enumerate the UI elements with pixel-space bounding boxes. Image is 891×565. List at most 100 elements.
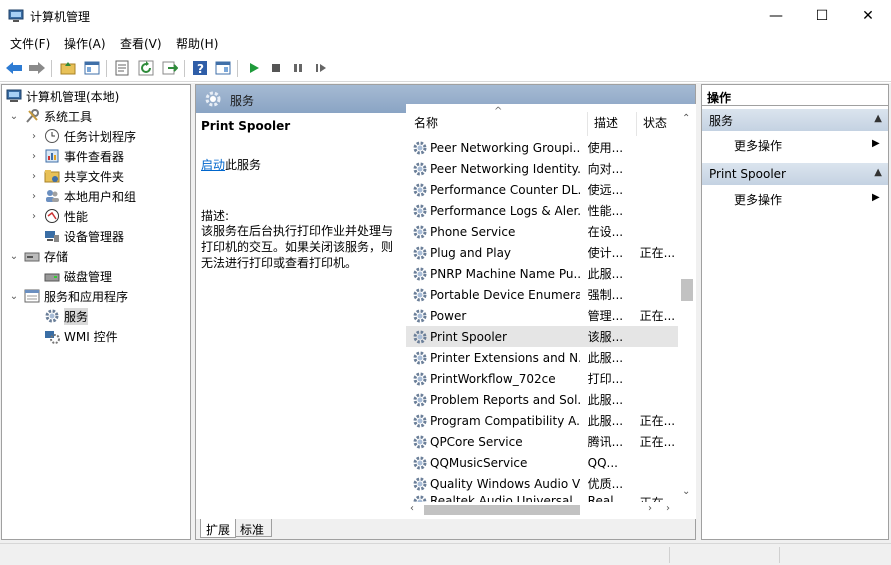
tree-item-task-scheduler[interactable]: › 任务计划程序: [28, 126, 136, 146]
forward-button[interactable]: [27, 58, 47, 78]
users-icon: [44, 188, 60, 204]
back-button[interactable]: [4, 58, 24, 78]
restart-icon: [316, 64, 326, 72]
pause-service-button[interactable]: [288, 58, 308, 78]
column-divider[interactable]: [636, 112, 637, 136]
help-icon: ?: [193, 61, 207, 76]
export-list-button[interactable]: [160, 58, 180, 78]
tree-item-label: 服务和应用程序: [44, 289, 129, 304]
menu-help[interactable]: 帮助(H): [176, 35, 218, 52]
horizontal-scrollbar[interactable]: ‹ › ›: [406, 502, 679, 518]
start-service-link[interactable]: 启动: [201, 158, 225, 172]
minimize-button[interactable]: —: [753, 0, 799, 32]
collapse-up-icon[interactable]: ▲: [874, 113, 882, 124]
expand-chevron-icon[interactable]: ⌄: [8, 111, 20, 122]
tree-item-storage[interactable]: ⌄ 存储: [8, 246, 68, 266]
properties-button[interactable]: [112, 58, 132, 78]
chevron-right-icon[interactable]: ›: [28, 131, 40, 142]
chevron-right-icon[interactable]: ›: [28, 191, 40, 202]
restart-service-button[interactable]: [311, 58, 331, 78]
tree-item-local-users[interactable]: › 本地用户和组: [28, 186, 136, 206]
tree-item-services[interactable]: 服务: [44, 306, 89, 326]
menu-action[interactable]: 操作(A): [64, 35, 106, 52]
action-label: 更多操作: [734, 139, 783, 153]
column-header-status[interactable]: 状态: [643, 114, 667, 136]
start-service-button[interactable]: [244, 58, 264, 78]
service-row[interactable]: Problem Reports and Sol... 此服...: [406, 389, 678, 410]
service-row[interactable]: Plug and Play 使计... 正在...: [406, 242, 678, 263]
expand-chevron-icon[interactable]: ⌄: [8, 251, 20, 262]
column-divider[interactable]: [587, 112, 588, 136]
column-header-desc[interactable]: 描述: [594, 114, 618, 136]
service-row[interactable]: Program Compatibility A... 此服... 正在...: [406, 410, 678, 431]
more-actions-1[interactable]: 更多操作: [734, 137, 782, 154]
tree-item-label: 设备管理器: [64, 229, 125, 244]
tree-item-disk-management[interactable]: 磁盘管理: [44, 266, 112, 286]
show-hide-tree-button[interactable]: [82, 58, 102, 78]
collapse-up-icon[interactable]: ▲: [874, 167, 882, 178]
help-button[interactable]: ?: [190, 58, 210, 78]
service-row[interactable]: PNRP Machine Name Pu... 此服...: [406, 263, 678, 284]
service-row[interactable]: Realtek Audio Universal ... Real... 正在...: [406, 494, 678, 502]
menu-view[interactable]: 查看(V): [120, 35, 162, 52]
tree-item-label: 本地用户和组: [64, 189, 137, 204]
service-row[interactable]: Peer Networking Identity... 向对...: [406, 158, 678, 179]
scroll-left-icon[interactable]: ‹: [410, 503, 414, 514]
maximize-button[interactable]: ☐: [799, 0, 845, 32]
action-label: 更多操作: [734, 193, 783, 207]
scroll-right-icon[interactable]: ›: [648, 503, 652, 514]
vertical-scrollbar[interactable]: ⌃ ⌄: [679, 113, 695, 504]
scroll-down-icon[interactable]: ⌄: [682, 486, 690, 497]
service-row[interactable]: Performance Counter DL... 使远...: [406, 179, 678, 200]
gear-icon: [412, 434, 428, 450]
status-bar: [0, 543, 891, 565]
services-apps-icon: [24, 288, 40, 304]
scrollbar-thumb[interactable]: [681, 279, 693, 301]
tree-item-label: 服务: [64, 307, 89, 325]
tree-item-system-tools[interactable]: ⌄ 系统工具: [8, 106, 92, 126]
service-row[interactable]: Quality Windows Audio V... 优质...: [406, 473, 678, 494]
service-description: 使远...: [587, 183, 624, 197]
expand-chevron-icon[interactable]: ⌄: [8, 291, 20, 302]
service-row[interactable]: Performance Logs & Aler... 性能...: [406, 200, 678, 221]
service-row[interactable]: PrintWorkflow_702ce 打印...: [406, 368, 678, 389]
service-row[interactable]: Power 管理... 正在...: [406, 305, 678, 326]
chevron-right-icon[interactable]: ›: [28, 171, 40, 182]
tree-item-root[interactable]: 计算机管理(本地): [6, 86, 119, 106]
up-folder-button[interactable]: [58, 58, 78, 78]
stop-service-button[interactable]: [266, 58, 286, 78]
tree-item-services-apps[interactable]: ⌄ 服务和应用程序: [8, 286, 128, 306]
tree-item-wmi[interactable]: WMI 控件: [44, 326, 118, 346]
gear-icon: [412, 350, 428, 366]
tree-item-performance[interactable]: › 性能: [28, 206, 88, 226]
service-row[interactable]: Phone Service 在设...: [406, 221, 678, 242]
service-row[interactable]: QQMusicService QQ...: [406, 452, 678, 473]
service-row[interactable]: Print Spooler 该服...: [406, 326, 678, 347]
action-section-print-spooler[interactable]: Print Spooler ▲: [702, 163, 888, 185]
tree-item-label: 任务计划程序: [64, 129, 137, 144]
scrollbar-thumb[interactable]: [424, 505, 580, 515]
service-row[interactable]: Portable Device Enumera... 强制...: [406, 284, 678, 305]
tree-item-device-manager[interactable]: 设备管理器: [44, 226, 124, 246]
scroll-up-icon[interactable]: ⌃: [682, 113, 690, 124]
tab-standard[interactable]: 标准: [236, 519, 272, 537]
close-button[interactable]: ✕: [845, 0, 891, 32]
service-row[interactable]: Printer Extensions and N... 此服...: [406, 347, 678, 368]
service-description: Real...: [587, 494, 625, 502]
storage-icon: [24, 248, 40, 264]
action-section-services[interactable]: 服务 ▲: [702, 109, 888, 131]
show-action-pane-button[interactable]: [213, 58, 233, 78]
more-actions-2[interactable]: 更多操作: [734, 191, 782, 208]
tree-item-event-viewer[interactable]: › 事件查看器: [28, 146, 124, 166]
scroll-right-end-icon[interactable]: ›: [666, 503, 670, 514]
chevron-right-icon[interactable]: ›: [28, 151, 40, 162]
column-header-name[interactable]: 名称: [414, 114, 438, 136]
refresh-button[interactable]: [136, 58, 156, 78]
menu-file[interactable]: 文件(F): [10, 35, 50, 52]
service-description: 使用...: [587, 141, 624, 155]
tree-item-shared-folders[interactable]: › 共享文件夹: [28, 166, 124, 186]
service-row[interactable]: QPCore Service 腾讯... 正在...: [406, 431, 678, 452]
service-row[interactable]: Peer Networking Groupi... 使用...: [406, 137, 678, 158]
chevron-right-icon[interactable]: ›: [28, 211, 40, 222]
tab-extended[interactable]: 扩展: [200, 519, 236, 538]
